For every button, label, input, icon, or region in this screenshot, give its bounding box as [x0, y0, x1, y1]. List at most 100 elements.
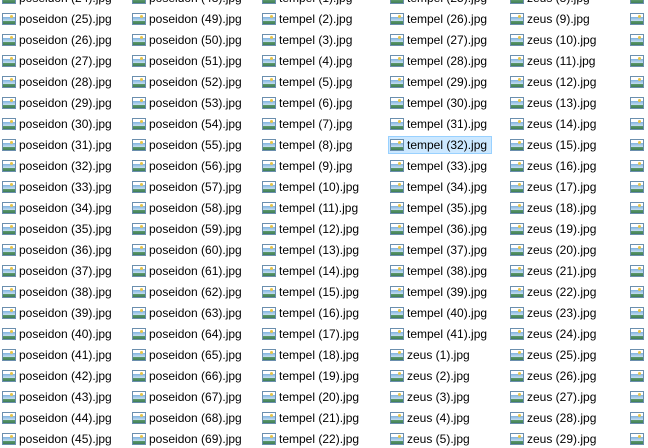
- file-item[interactable]: poseidon (42).jpg: [0, 367, 117, 385]
- file-item[interactable]: poseidon (32).jpg: [0, 157, 117, 175]
- file-item[interactable]: [628, 262, 648, 280]
- file-item[interactable]: poseidon (28).jpg: [0, 73, 117, 91]
- file-item[interactable]: tempel (5).jpg: [260, 73, 357, 91]
- file-item[interactable]: tempel (28).jpg: [388, 52, 492, 70]
- file-item[interactable]: tempel (4).jpg: [260, 52, 357, 70]
- file-item[interactable]: zeus (15).jpg: [508, 136, 601, 154]
- file-item[interactable]: zeus (27).jpg: [508, 388, 601, 406]
- file-item[interactable]: [628, 178, 648, 196]
- file-item[interactable]: tempel (38).jpg: [388, 262, 492, 280]
- file-item[interactable]: tempel (15).jpg: [260, 283, 364, 301]
- file-item[interactable]: [628, 346, 648, 364]
- file-item[interactable]: zeus (1).jpg: [388, 346, 475, 364]
- file-item[interactable]: tempel (13).jpg: [260, 241, 364, 259]
- file-item[interactable]: tempel (6).jpg: [260, 94, 357, 112]
- file-item[interactable]: tempel (21).jpg: [260, 409, 364, 427]
- file-item[interactable]: tempel (14).jpg: [260, 262, 364, 280]
- file-item[interactable]: [628, 10, 648, 28]
- file-item-selected[interactable]: tempel (32).jpg: [388, 136, 493, 154]
- file-item[interactable]: zeus (10).jpg: [508, 31, 601, 49]
- file-item[interactable]: poseidon (69).jpg: [130, 430, 247, 448]
- file-item[interactable]: poseidon (59).jpg: [130, 220, 247, 238]
- file-item[interactable]: tempel (3).jpg: [260, 31, 357, 49]
- file-item[interactable]: poseidon (56).jpg: [130, 157, 247, 175]
- file-item[interactable]: zeus (26).jpg: [508, 367, 601, 385]
- file-item[interactable]: poseidon (36).jpg: [0, 241, 117, 259]
- file-item[interactable]: poseidon (43).jpg: [0, 388, 117, 406]
- file-item[interactable]: poseidon (49).jpg: [130, 10, 247, 28]
- file-item[interactable]: poseidon (52).jpg: [130, 73, 247, 91]
- file-item[interactable]: poseidon (50).jpg: [130, 31, 247, 49]
- file-item[interactable]: poseidon (37).jpg: [0, 262, 117, 280]
- file-item[interactable]: poseidon (63).jpg: [130, 304, 247, 322]
- file-item[interactable]: poseidon (54).jpg: [130, 115, 247, 133]
- file-item[interactable]: tempel (17).jpg: [260, 325, 364, 343]
- file-item[interactable]: poseidon (24).jpg: [0, 0, 117, 7]
- file-item[interactable]: zeus (5).jpg: [388, 430, 475, 448]
- file-item[interactable]: zeus (28).jpg: [508, 409, 601, 427]
- file-item[interactable]: zeus (11).jpg: [508, 52, 600, 70]
- file-item[interactable]: [628, 136, 648, 154]
- file-item[interactable]: tempel (10).jpg: [260, 178, 364, 196]
- file-item[interactable]: [628, 52, 648, 70]
- file-item[interactable]: zeus (23).jpg: [508, 304, 601, 322]
- file-item[interactable]: tempel (26).jpg: [388, 10, 492, 28]
- file-item[interactable]: poseidon (34).jpg: [0, 199, 117, 217]
- file-item[interactable]: zeus (3).jpg: [388, 388, 475, 406]
- file-item[interactable]: poseidon (25).jpg: [0, 10, 117, 28]
- file-item[interactable]: zeus (21).jpg: [508, 262, 601, 280]
- file-item[interactable]: zeus (18).jpg: [508, 199, 601, 217]
- file-item[interactable]: poseidon (58).jpg: [130, 199, 247, 217]
- file-item[interactable]: poseidon (41).jpg: [0, 346, 117, 364]
- file-item[interactable]: tempel (11).jpg: [260, 199, 363, 217]
- file-item[interactable]: poseidon (35).jpg: [0, 220, 117, 238]
- file-item[interactable]: [628, 283, 648, 301]
- file-item[interactable]: tempel (35).jpg: [388, 199, 492, 217]
- file-item[interactable]: [628, 115, 648, 133]
- file-item[interactable]: poseidon (65).jpg: [130, 346, 247, 364]
- file-item[interactable]: poseidon (68).jpg: [130, 409, 247, 427]
- file-item[interactable]: tempel (30).jpg: [388, 94, 492, 112]
- file-item[interactable]: [628, 409, 648, 427]
- file-item[interactable]: zeus (14).jpg: [508, 115, 601, 133]
- file-item[interactable]: tempel (7).jpg: [260, 115, 357, 133]
- file-item[interactable]: poseidon (48).jpg: [130, 0, 247, 7]
- file-item[interactable]: [628, 220, 648, 238]
- file-item[interactable]: zeus (20).jpg: [508, 241, 601, 259]
- file-item[interactable]: poseidon (45).jpg: [0, 430, 117, 448]
- file-item[interactable]: [628, 31, 648, 49]
- file-item[interactable]: poseidon (44).jpg: [0, 409, 117, 427]
- file-item[interactable]: tempel (39).jpg: [388, 283, 492, 301]
- file-item[interactable]: zeus (8).jpg: [508, 0, 595, 7]
- file-item[interactable]: zeus (12).jpg: [508, 73, 601, 91]
- file-item[interactable]: tempel (36).jpg: [388, 220, 492, 238]
- file-item[interactable]: zeus (9).jpg: [508, 10, 595, 28]
- file-item[interactable]: poseidon (60).jpg: [130, 241, 247, 259]
- file-item[interactable]: [628, 430, 648, 448]
- file-item[interactable]: zeus (16).jpg: [508, 157, 601, 175]
- file-item[interactable]: poseidon (29).jpg: [0, 94, 117, 112]
- file-item[interactable]: zeus (24).jpg: [508, 325, 601, 343]
- file-item[interactable]: tempel (9).jpg: [260, 157, 357, 175]
- file-item[interactable]: poseidon (40).jpg: [0, 325, 117, 343]
- file-item[interactable]: zeus (22).jpg: [508, 283, 601, 301]
- file-item[interactable]: [628, 304, 648, 322]
- file-item[interactable]: poseidon (57).jpg: [130, 178, 247, 196]
- file-item[interactable]: poseidon (31).jpg: [0, 136, 117, 154]
- file-item[interactable]: poseidon (53).jpg: [130, 94, 247, 112]
- file-item[interactable]: tempel (8).jpg: [260, 136, 357, 154]
- file-item[interactable]: poseidon (39).jpg: [0, 304, 117, 322]
- file-item[interactable]: zeus (2).jpg: [388, 367, 475, 385]
- file-item[interactable]: tempel (20).jpg: [260, 388, 364, 406]
- file-item[interactable]: poseidon (67).jpg: [130, 388, 247, 406]
- file-item[interactable]: poseidon (62).jpg: [130, 283, 247, 301]
- file-item[interactable]: tempel (12).jpg: [260, 220, 364, 238]
- file-item[interactable]: [628, 157, 648, 175]
- file-item[interactable]: tempel (16).jpg: [260, 304, 364, 322]
- file-item[interactable]: tempel (29).jpg: [388, 73, 492, 91]
- file-item[interactable]: tempel (1).jpg: [260, 0, 357, 7]
- file-item[interactable]: tempel (31).jpg: [388, 115, 492, 133]
- file-item[interactable]: zeus (17).jpg: [508, 178, 601, 196]
- file-item[interactable]: tempel (27).jpg: [388, 31, 492, 49]
- file-item[interactable]: tempel (19).jpg: [260, 367, 364, 385]
